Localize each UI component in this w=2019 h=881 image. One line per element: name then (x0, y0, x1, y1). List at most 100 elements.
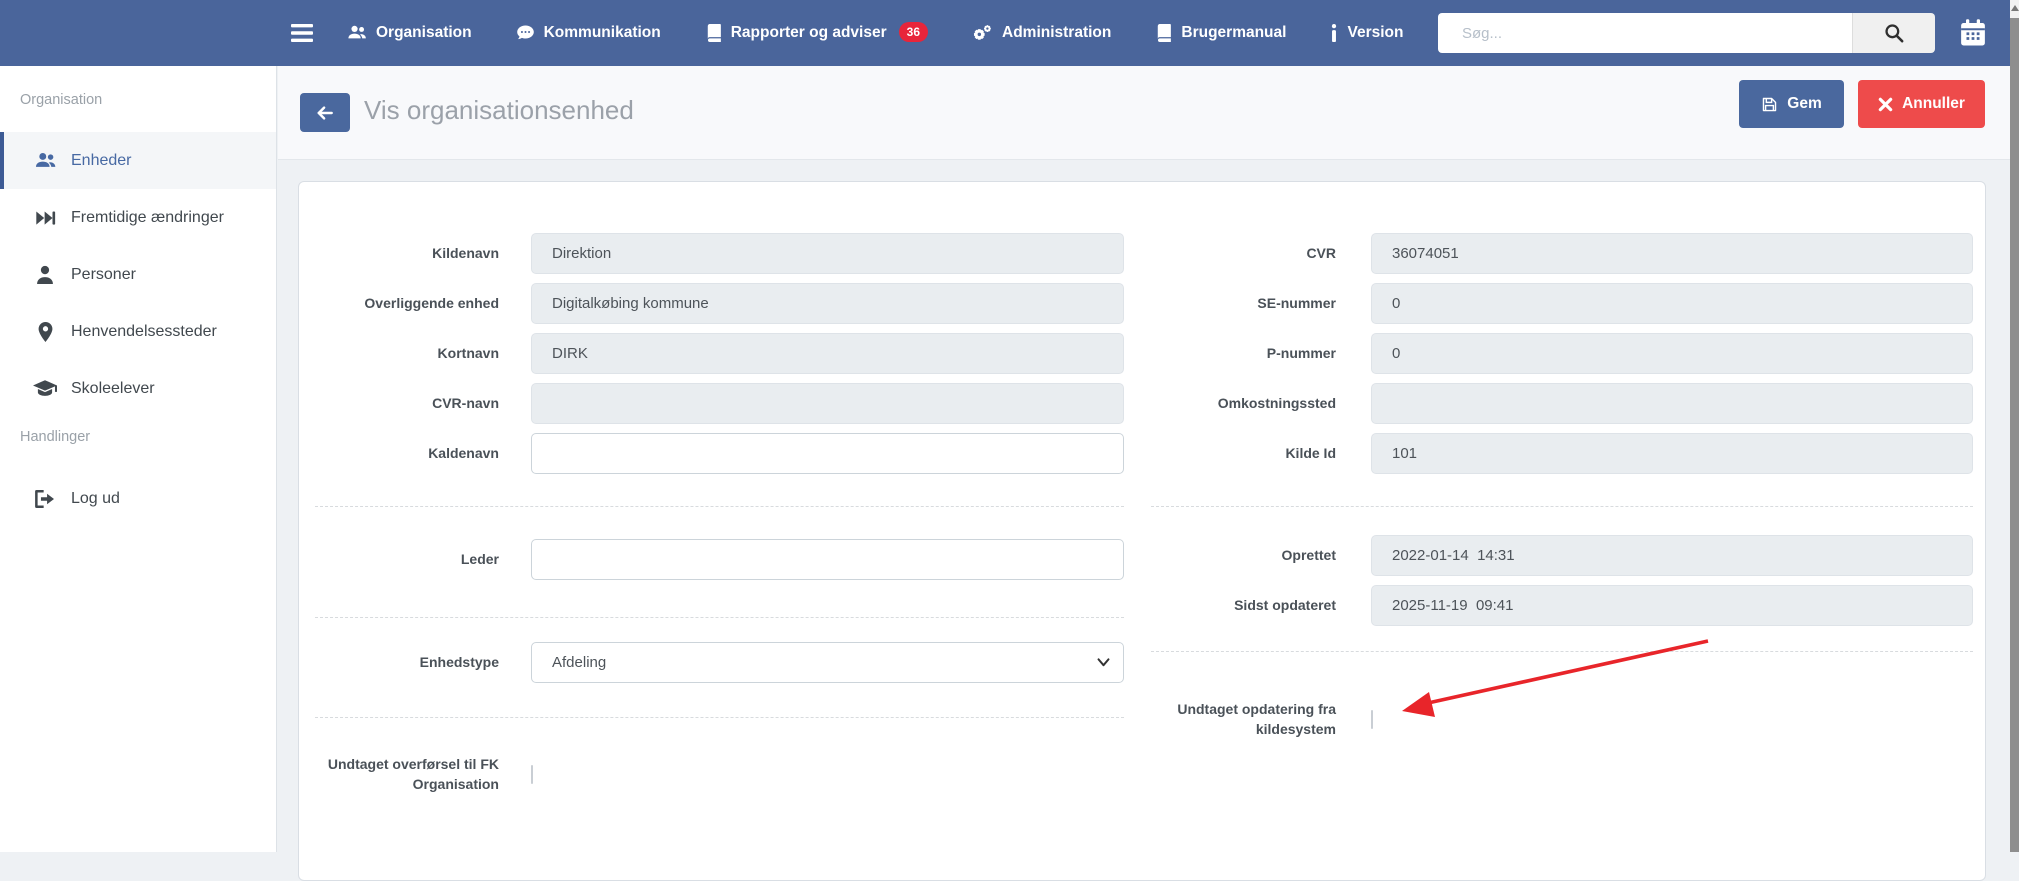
form-row-kortnavn: Kortnavn (315, 333, 1124, 374)
oprettet-field[interactable] (1371, 535, 1973, 576)
save-button[interactable]: Gem (1739, 80, 1844, 128)
close-icon (1878, 97, 1893, 112)
overliggende-enhed-field[interactable] (531, 283, 1124, 324)
sidebar-item-label: Fremtidige ændringer (71, 209, 224, 227)
sidebar-item-label: Log ud (71, 490, 120, 508)
cvr-navn-field[interactable] (531, 383, 1124, 424)
form-row-kaldenavn: Kaldenavn (315, 433, 1124, 474)
sidebar: Organisation Enheder Fremtidige ændringe… (0, 66, 277, 852)
form-row-overliggende-enhed: Overliggende enhed (315, 283, 1124, 324)
calendar-icon[interactable] (1958, 18, 1988, 48)
p-nummer-field[interactable] (1371, 333, 1973, 374)
form-row-omkostningssted: Omkostningssted (1151, 383, 1973, 424)
scrollbar-track[interactable] (2010, 0, 2019, 852)
leder-field[interactable] (531, 539, 1124, 580)
form-column-left: Kildenavn Overliggende enhed Kortnavn CV… (315, 182, 1124, 804)
map-marker-icon (33, 322, 57, 342)
sidebar-heading-organisation: Organisation (20, 92, 276, 112)
cancel-button-label: Annuller (1902, 95, 1965, 113)
sidst-opdateret-field[interactable] (1371, 585, 1973, 626)
form-row-sidst-opdateret: Sidst opdateret (1151, 585, 1973, 626)
form-row-undtaget-overfoersel: Undtaget overførsel til FK Organisation (315, 754, 1124, 795)
field-label: Kortnavn (315, 344, 531, 364)
search-button[interactable] (1852, 13, 1935, 53)
undtaget-overfoersel-checkbox[interactable] (531, 765, 533, 784)
save-icon (1761, 96, 1778, 113)
sidebar-item-henvendelsessteder[interactable]: Henvendelsessteder (0, 303, 276, 360)
search-icon (1884, 23, 1904, 43)
form-row-enhedstype: Enhedstype Afdeling (315, 642, 1124, 683)
field-label: Undtaget overførsel til FK Organisation (315, 755, 531, 794)
cvr-field[interactable] (1371, 233, 1973, 274)
field-label: Oprettet (1151, 546, 1371, 566)
save-button-label: Gem (1787, 95, 1821, 113)
kilde-id-field[interactable] (1371, 433, 1973, 474)
book-icon (705, 24, 722, 42)
nav-item-administration[interactable]: Administration (972, 24, 1111, 42)
form-column-right: CVR SE-nummer P-nummer Omkostningssted K… (1151, 182, 1973, 749)
sign-out-icon (33, 490, 57, 508)
graduation-cap-icon (33, 379, 57, 398)
sidebar-item-personer[interactable]: Personer (0, 246, 276, 303)
menu-icon[interactable] (291, 0, 313, 66)
kortnavn-field[interactable] (531, 333, 1124, 374)
form-row-se-nummer: SE-nummer (1151, 283, 1973, 324)
sidebar-item-label: Enheder (71, 152, 132, 170)
undtaget-opdatering-checkbox[interactable] (1371, 710, 1373, 729)
field-label: Kilde Id (1151, 444, 1371, 464)
field-label: Overliggende enhed (315, 294, 531, 314)
nav-item-organisation[interactable]: Organisation (347, 24, 472, 42)
form-row-kildenavn: Kildenavn (315, 233, 1124, 274)
divider (315, 717, 1124, 718)
nav-item-brugermanual[interactable]: Brugermanual (1155, 24, 1286, 42)
users-icon (347, 24, 367, 42)
info-icon (1330, 24, 1338, 42)
nav-item-label: Kommunikation (544, 24, 661, 42)
form-row-leder: Leder (315, 539, 1124, 580)
field-label: Leder (315, 550, 531, 570)
sidebar-item-log-ud[interactable]: Log ud (0, 470, 276, 527)
se-nummer-field[interactable] (1371, 283, 1973, 324)
divider (315, 506, 1124, 507)
sidebar-item-label: Personer (71, 266, 136, 284)
nav-item-label: Version (1347, 24, 1403, 42)
back-button[interactable] (300, 93, 350, 132)
form-row-p-nummer: P-nummer (1151, 333, 1973, 374)
form-row-undtaget-opdatering: Undtaget opdatering fra kildesystem (1151, 699, 1973, 740)
field-label: P-nummer (1151, 344, 1371, 364)
nav-item-kommunikation[interactable]: Kommunikation (516, 24, 661, 42)
main-nav: Organisation Kommunikation Rapporter og … (347, 0, 1403, 66)
sidebar-item-skoleelever[interactable]: Skoleelever (0, 360, 276, 417)
nav-item-label: Rapporter og adviser (731, 24, 887, 42)
search-input[interactable] (1438, 13, 1852, 53)
omkostningssted-field[interactable] (1371, 383, 1973, 424)
top-navbar: Organisation Kommunikation Rapporter og … (0, 0, 2010, 66)
book-icon (1155, 24, 1172, 42)
divider (1151, 651, 1973, 652)
organisation-unit-card: Kildenavn Overliggende enhed Kortnavn CV… (298, 181, 1986, 881)
sidebar-heading-handlinger: Handlinger (20, 429, 276, 449)
divider (315, 617, 1124, 618)
scrollbar-up-arrow[interactable] (2010, 2, 2019, 14)
form-row-kilde-id: Kilde Id (1151, 433, 1973, 474)
page-title: Vis organisationsenhed (364, 95, 634, 126)
cogs-icon (972, 24, 993, 42)
enhedstype-select[interactable]: Afdeling (531, 642, 1124, 683)
field-label: Undtaget opdatering fra kildesystem (1151, 700, 1371, 739)
cancel-button[interactable]: Annuller (1858, 80, 1985, 128)
field-label: Sidst opdateret (1151, 596, 1371, 616)
comment-icon (516, 24, 535, 42)
nav-item-rapporter[interactable]: Rapporter og adviser 36 (705, 23, 928, 43)
kildenavn-field[interactable] (531, 233, 1124, 274)
notification-badge: 36 (899, 22, 928, 42)
form-row-cvr-navn: CVR-navn (315, 383, 1124, 424)
sidebar-item-fremtidige-aendringer[interactable]: Fremtidige ændringer (0, 189, 276, 246)
sidebar-item-enheder[interactable]: Enheder (0, 132, 276, 189)
kaldenavn-field[interactable] (531, 433, 1124, 474)
scrollbar-thumb[interactable] (2010, 18, 2019, 852)
field-label: CVR (1151, 244, 1371, 264)
nav-item-version[interactable]: Version (1330, 24, 1403, 42)
user-icon (33, 265, 57, 285)
nav-item-label: Brugermanual (1181, 24, 1286, 42)
nav-item-label: Organisation (376, 24, 472, 42)
